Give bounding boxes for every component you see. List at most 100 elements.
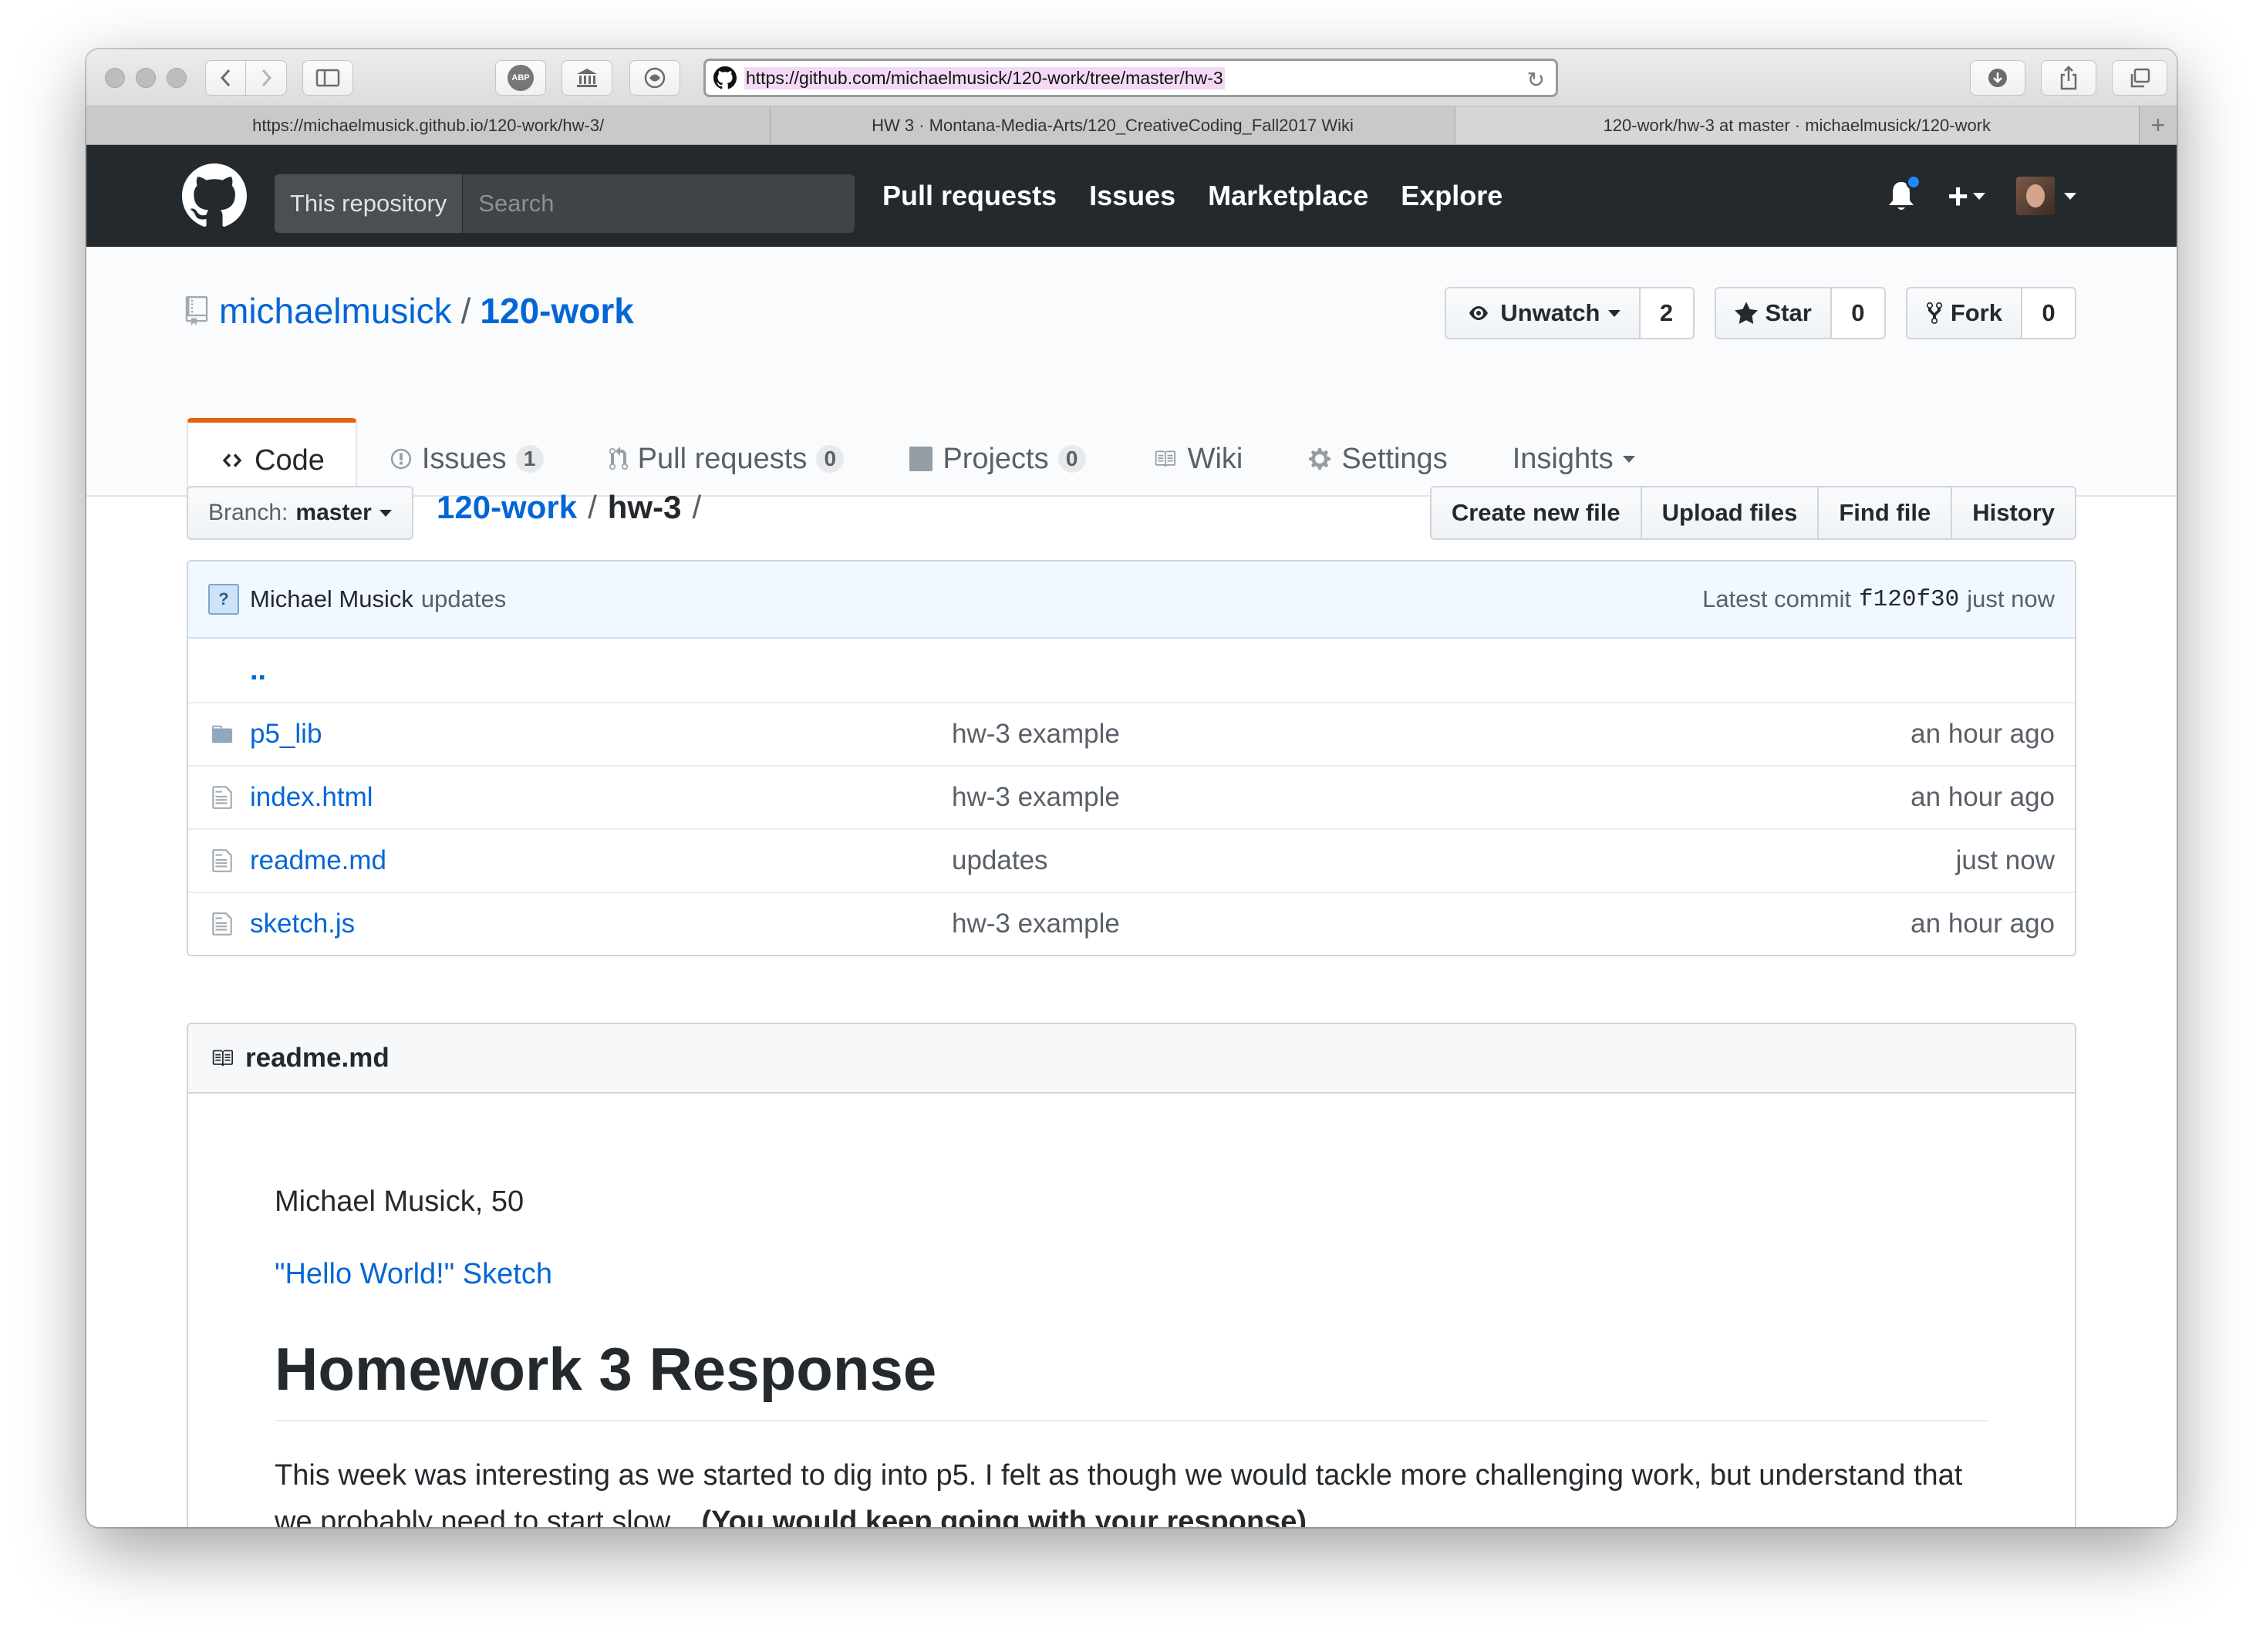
nav-explore[interactable]: Explore	[1401, 180, 1502, 212]
star-group: Star 0	[1714, 287, 1886, 339]
code-icon	[222, 453, 242, 467]
commit-time: just now	[1967, 585, 2055, 612]
tab-insights[interactable]: Insights	[1480, 420, 1668, 497]
star-icon	[1734, 302, 1758, 324]
tab-code-label: Code	[255, 443, 325, 477]
watch-group: Unwatch 2	[1445, 287, 1695, 339]
forks-count[interactable]: 0	[2022, 288, 2075, 338]
commit-sha[interactable]: f120f30	[1859, 586, 1959, 613]
file-commit-message[interactable]: hw-3 example	[952, 909, 1911, 939]
new-tab-button[interactable]: +	[2140, 106, 2177, 144]
fork-button[interactable]: Fork	[1907, 288, 2022, 338]
tab-settings[interactable]: Settings	[1275, 420, 1479, 497]
breadcrumb-current: hw-3	[607, 489, 682, 525]
eye-icon	[1469, 306, 1489, 320]
sketch-link[interactable]: "Hello World!" Sketch	[275, 1258, 552, 1290]
history-button[interactable]: History	[1952, 487, 2075, 538]
file-age: an hour ago	[1911, 909, 2055, 939]
reload-icon[interactable]: ↻	[1527, 67, 1545, 93]
file-commit-message[interactable]: hw-3 example	[952, 719, 1911, 750]
bank-button[interactable]	[562, 60, 612, 96]
parent-directory-link[interactable]: ..	[188, 639, 2075, 702]
watchers-count[interactable]: 2	[1640, 288, 1693, 338]
downloads-button[interactable]	[1970, 60, 2025, 96]
browser-tab[interactable]: HW 3 · Montana-Media-Arts/120_CreativeCo…	[771, 106, 1455, 144]
find-file-button[interactable]: Find file	[1819, 487, 1953, 538]
notifications-button[interactable]	[1886, 174, 1922, 213]
upload-files-button[interactable]: Upload files	[1641, 487, 1820, 538]
search-input[interactable]	[463, 174, 855, 233]
repo-nav: Code Issues 1 Pull requests 0 Projects 0…	[187, 373, 1668, 498]
minimize-window-button[interactable]	[136, 68, 156, 88]
commit-author[interactable]: Michael Musick	[250, 585, 413, 613]
book-icon	[212, 1050, 233, 1067]
browser-tab-active[interactable]: 120-work/hw-3 at master · michaelmusick/…	[1455, 106, 2140, 144]
nav-marketplace[interactable]: Marketplace	[1208, 180, 1368, 212]
branch-select[interactable]: Branch: master	[187, 486, 413, 540]
share-button[interactable]	[2041, 60, 2096, 96]
avatar	[2016, 177, 2055, 215]
tab-pull-requests[interactable]: Pull requests 0	[576, 420, 877, 497]
file-age: an hour ago	[1911, 782, 2055, 812]
close-window-button[interactable]	[105, 68, 125, 88]
abp-button[interactable]: ABP	[495, 60, 546, 96]
browser-tab-bar: https://michaelmusick.github.io/120-work…	[86, 106, 2177, 145]
breadcrumb-repo[interactable]: 120-work	[437, 489, 577, 526]
share-icon	[2060, 66, 2077, 90]
privacy-button[interactable]	[629, 60, 680, 96]
file-name-link[interactable]: index.html	[250, 782, 952, 813]
tab-settings-label: Settings	[1341, 442, 1448, 475]
tab-wiki[interactable]: Wiki	[1118, 420, 1276, 497]
file-name-link[interactable]: sketch.js	[250, 909, 952, 939]
readme-panel: readme.md Michael Musick, 50 "Hello Worl…	[187, 1023, 2076, 1527]
tab-pull-requests-label: Pull requests	[637, 442, 808, 475]
address-bar[interactable]: https://github.com/michaelmusick/120-wor…	[703, 59, 1558, 97]
book-icon	[1155, 450, 1175, 467]
abp-icon: ABP	[508, 65, 534, 91]
commit-author-avatar[interactable]: ?	[208, 584, 239, 615]
nav-issues[interactable]: Issues	[1089, 180, 1175, 212]
latest-commit-info: Latest commit f120f30 just now	[1702, 585, 2055, 613]
stars-count[interactable]: 0	[1831, 288, 1884, 338]
pull-requests-count-badge: 0	[816, 445, 845, 473]
sidebar-button[interactable]	[302, 60, 353, 96]
breadcrumb-separator: /	[588, 489, 597, 525]
create-new-file-button[interactable]: Create new file	[1431, 487, 1642, 538]
repo-actions: Unwatch 2 Star 0 Fork 0	[1445, 287, 2076, 339]
user-menu[interactable]	[2016, 177, 2076, 215]
tab-projects[interactable]: Projects 0	[876, 420, 1118, 497]
browser-tab[interactable]: https://michaelmusick.github.io/120-work…	[86, 106, 771, 144]
github-header: This repository Pull requests Issues Mar…	[86, 145, 2177, 247]
repo-title: michaelmusick / 120-work	[185, 290, 634, 332]
unwatch-button[interactable]: Unwatch	[1446, 288, 1641, 338]
forward-button[interactable]	[245, 60, 287, 96]
create-new-dropdown[interactable]: +	[1948, 175, 1985, 217]
back-button[interactable]	[205, 60, 247, 96]
file-commit-message[interactable]: updates	[952, 845, 1956, 876]
latest-commit-label: Latest commit	[1702, 585, 1852, 612]
file-row: readme.md updates just now	[188, 828, 2075, 892]
readme-heading: Homework 3 Response	[275, 1334, 1988, 1421]
file-name-link[interactable]: p5_lib	[250, 719, 952, 750]
file-age: an hour ago	[1911, 719, 2055, 749]
file-icon	[208, 910, 236, 938]
file-icon	[208, 784, 236, 811]
privacy-icon	[644, 67, 666, 89]
branch-name: master	[295, 500, 372, 525]
nav-pull-requests[interactable]: Pull requests	[882, 180, 1057, 212]
repo-name-link[interactable]: 120-work	[480, 290, 633, 332]
commit-message[interactable]: updates	[421, 585, 506, 613]
zoom-window-button[interactable]	[167, 68, 187, 88]
star-button[interactable]: Star	[1715, 288, 1832, 338]
repo-owner-link[interactable]: michaelmusick	[219, 290, 452, 332]
tab-issues[interactable]: Issues 1	[357, 420, 576, 497]
file-commit-message[interactable]: hw-3 example	[952, 782, 1911, 813]
tabs-overview-button[interactable]	[2112, 60, 2167, 96]
browser-window: ABP https://github.com/michaelmusick/120…	[86, 49, 2177, 1527]
issue-icon	[390, 448, 411, 470]
fork-icon	[1926, 302, 1942, 324]
folder-icon	[208, 720, 236, 748]
notification-indicator	[1906, 174, 1922, 190]
github-logo-icon[interactable]	[182, 164, 247, 228]
file-name-link[interactable]: readme.md	[250, 845, 952, 876]
